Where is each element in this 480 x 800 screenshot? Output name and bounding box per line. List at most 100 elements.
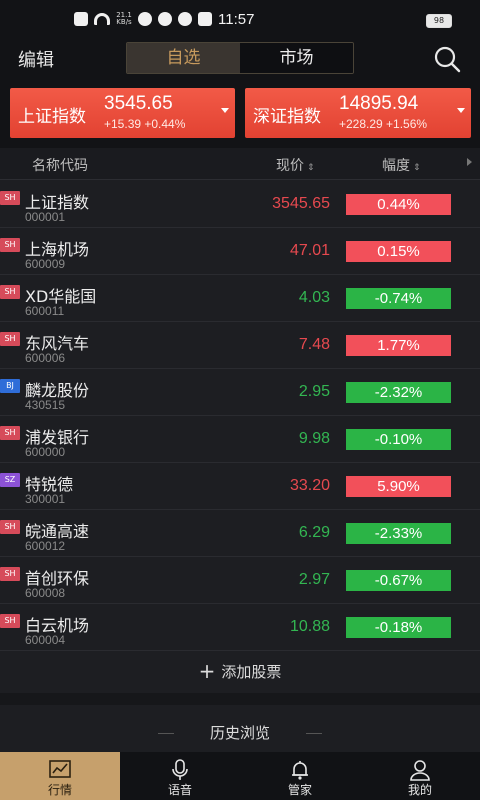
stock-price: 4.03 xyxy=(298,289,330,306)
stock-code: 600004 xyxy=(25,633,66,647)
stock-change[interactable]: -0.67% xyxy=(346,570,451,591)
table-row[interactable]: BJ 麟龙股份 430515 2.95 -2.32% xyxy=(0,369,480,416)
index-change: +15.39 +0.44% xyxy=(104,117,186,131)
table-row[interactable]: SH 首创环保 600008 2.97 -0.67% xyxy=(0,557,480,604)
caret-down-icon xyxy=(457,108,465,113)
table-row[interactable]: SH 白云机场 600004 10.88 -0.18% xyxy=(0,604,480,651)
battery-icon: 98 xyxy=(426,14,452,28)
status-bar: 21.1 KB/s 11:57 98 xyxy=(0,0,480,42)
chart-icon xyxy=(49,760,71,778)
segment-control: 自选 市场 xyxy=(126,42,354,74)
stock-code: 600006 xyxy=(25,351,66,365)
status-time: 11:57 xyxy=(218,11,255,28)
exchange-badge: SH xyxy=(0,520,20,534)
stock-price: 10.88 xyxy=(289,618,330,635)
tab-label: 语音 xyxy=(167,783,192,797)
tab-mine[interactable]: 我的 xyxy=(360,752,480,800)
add-stock-button[interactable]: + 添加股票 xyxy=(0,651,480,693)
stock-change[interactable]: 1.77% xyxy=(346,335,451,356)
stock-change[interactable]: -2.32% xyxy=(346,382,451,403)
stock-code: 300001 xyxy=(25,492,66,506)
caret-down-icon xyxy=(221,108,229,113)
section-divider xyxy=(0,693,480,705)
exchange-badge: SH xyxy=(0,567,20,581)
chevron-right-icon[interactable] xyxy=(467,158,472,166)
stock-code: 600011 xyxy=(25,304,65,318)
exchange-badge: SH xyxy=(0,238,20,252)
tab-quotes[interactable]: 行情 xyxy=(0,752,120,800)
search-icon[interactable] xyxy=(432,44,462,74)
app-badge-icon xyxy=(138,12,152,26)
tab-label: 我的 xyxy=(407,783,432,797)
sort-icon: ⇕ xyxy=(307,163,315,173)
tab-market[interactable]: 市场 xyxy=(240,43,353,73)
stock-code: 000001 xyxy=(25,210,66,224)
status-icons: 21.1 KB/s xyxy=(74,12,212,26)
wifi-icon xyxy=(94,13,110,25)
app-grid-icon xyxy=(178,12,192,26)
column-change-sort[interactable]: 幅度 ⇕ xyxy=(382,155,421,175)
tab-butler[interactable]: 管家 xyxy=(240,752,360,800)
table-row[interactable]: SH XD华能国 600011 4.03 -0.74% xyxy=(0,275,480,322)
exchange-badge: SH xyxy=(0,426,20,440)
stock-list: SH 上证指数 000001 3545.65 0.44% SH 上海机场 600009 47.0… xyxy=(0,181,480,651)
table-row[interactable]: SH 东风汽车 600006 7.48 1.77% xyxy=(0,322,480,369)
app-badge-icon-2 xyxy=(158,12,172,26)
stock-price: 33.20 xyxy=(289,477,330,494)
tab-voice[interactable]: 语音 xyxy=(120,752,240,800)
exchange-badge: SH xyxy=(0,332,20,346)
bell-icon xyxy=(292,761,308,780)
stock-change[interactable]: -2.33% xyxy=(346,523,451,544)
person-icon xyxy=(410,760,430,781)
stock-change[interactable]: -0.18% xyxy=(346,617,451,638)
mail-icon xyxy=(198,12,212,26)
index-value: 14895.94 xyxy=(339,93,419,114)
exchange-badge: SH xyxy=(0,285,20,299)
stock-price: 47.01 xyxy=(289,242,330,259)
stock-code: 600008 xyxy=(25,586,66,600)
stock-change[interactable]: -0.74% xyxy=(346,288,451,309)
table-row[interactable]: SH 上证指数 000001 3545.65 0.44% xyxy=(0,181,480,228)
column-price-sort[interactable]: 现价 ⇕ xyxy=(276,155,315,175)
stock-price: 9.98 xyxy=(298,430,330,447)
stock-code: 600009 xyxy=(25,257,66,271)
column-price-label: 现价 xyxy=(276,158,304,174)
history-section: 历史浏览 xyxy=(0,705,480,753)
table-row[interactable]: SH 浦发银行 600000 9.98 -0.10% xyxy=(0,416,480,463)
stock-change[interactable]: 5.90% xyxy=(346,476,451,497)
table-row[interactable]: SH 皖通高速 600012 6.29 -2.33% xyxy=(0,510,480,557)
stock-price: 2.97 xyxy=(298,571,330,588)
exchange-badge: SH xyxy=(0,614,20,628)
stock-code: 600012 xyxy=(25,539,66,553)
stock-change[interactable]: 0.44% xyxy=(346,194,451,215)
stock-change[interactable]: 0.15% xyxy=(346,241,451,262)
index-card-shenzhen[interactable]: 深证指数 14895.94 +228.29 +1.56% xyxy=(245,88,471,138)
stock-price: 6.29 xyxy=(298,524,330,541)
stock-code: 430515 xyxy=(25,398,66,412)
tab-label: 管家 xyxy=(287,783,312,797)
bottom-tab-bar: 行情 语音 管家 我的 xyxy=(0,752,480,800)
index-name: 深证指数 xyxy=(253,107,321,127)
notification-icon xyxy=(74,12,88,26)
index-value: 3545.65 xyxy=(104,93,173,114)
table-row[interactable]: SZ 特锐德 300001 33.20 5.90% xyxy=(0,463,480,510)
exchange-badge: SH xyxy=(0,191,20,205)
index-cards: 上证指数 3545.65 +15.39 +0.44% 深证指数 14895.94… xyxy=(0,78,480,148)
top-nav: 编辑 自选 市场 xyxy=(0,42,480,78)
history-title: 历史浏览 xyxy=(209,724,270,742)
exchange-badge: BJ xyxy=(0,379,20,393)
column-name: 名称代码 xyxy=(32,158,88,174)
index-card-shanghai[interactable]: 上证指数 3545.65 +15.39 +0.44% xyxy=(10,88,235,138)
table-row[interactable]: SH 上海机场 600009 47.01 0.15% xyxy=(0,228,480,275)
tab-label: 行情 xyxy=(47,783,72,797)
stock-change[interactable]: -0.10% xyxy=(346,429,451,450)
table-header: 名称代码 现价 ⇕ 幅度 ⇕ xyxy=(0,148,480,180)
sort-icon: ⇕ xyxy=(413,163,421,173)
net-speed: 21.1 KB/s xyxy=(116,11,132,26)
add-stock-label: 添加股票 xyxy=(221,663,282,681)
stock-price: 7.48 xyxy=(298,336,330,353)
tab-watchlist[interactable]: 自选 xyxy=(127,43,240,73)
index-name: 上证指数 xyxy=(18,107,86,127)
edit-button[interactable]: 编辑 xyxy=(18,46,54,72)
microphone-icon xyxy=(172,759,188,780)
